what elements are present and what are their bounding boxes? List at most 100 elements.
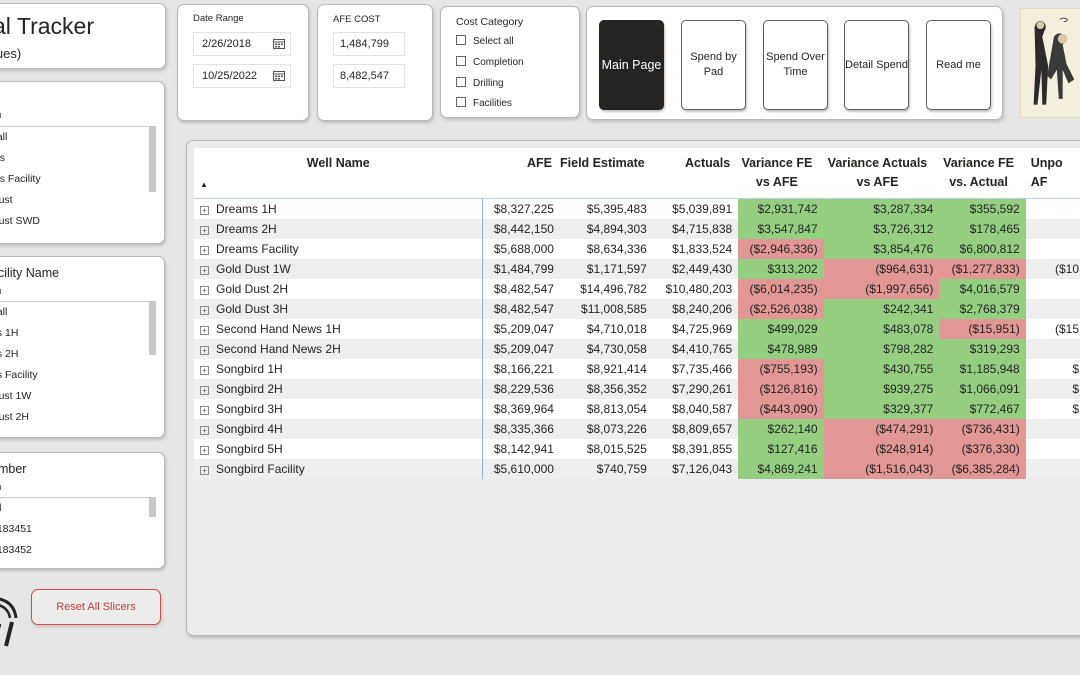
well-slicer-search[interactable]: ch bbox=[0, 110, 2, 121]
table-row[interactable]: + Songbird 4H $8,335,366 $8,073,226 $8,809,6… bbox=[194, 418, 1080, 439]
well-name-cell[interactable]: + Second Hand News 1H bbox=[194, 318, 484, 339]
expand-row-icon[interactable]: + bbox=[200, 265, 209, 275]
well-name-cell[interactable]: + Dreams 1H bbox=[194, 198, 484, 219]
read-me-button[interactable]: Read me bbox=[926, 20, 991, 110]
well-name-cell[interactable]: + Songbird 5H bbox=[194, 438, 484, 459]
expand-row-icon[interactable]: + bbox=[200, 325, 209, 335]
well-name-cell[interactable]: + Second Hand News 2H bbox=[194, 338, 484, 359]
facility-slicer-search[interactable]: ch bbox=[0, 286, 2, 297]
category-option-drilling[interactable]: Drilling bbox=[456, 77, 504, 91]
spend-by-pad-button[interactable]: Spend by Pad bbox=[681, 20, 746, 110]
column-header-variance-fe-actual[interactable]: Variance FE vs. Actual bbox=[939, 148, 1026, 199]
calendar-icon[interactable] bbox=[273, 70, 285, 81]
facility-slicer-scrollbar[interactable] bbox=[149, 301, 156, 355]
table-row[interactable]: + Songbird 3H $8,369,964 $8,813,054 $8,040,5… bbox=[194, 398, 1080, 419]
table-row[interactable]: + Dreams Facility $5,688,000 $8,634,336 $1,8… bbox=[194, 238, 1080, 259]
column-header-field-estimate[interactable]: Field Estimate bbox=[559, 148, 653, 199]
start-date-input[interactable]: 2/26/2018 bbox=[193, 32, 291, 56]
column-header-well-name[interactable]: Well Name ▲ bbox=[194, 148, 483, 199]
well-name-cell[interactable]: + Gold Dust 3H bbox=[194, 298, 484, 319]
checkbox-icon[interactable] bbox=[456, 56, 466, 66]
table-row[interactable]: + Dreams 2H $8,442,150 $4,894,303 $4,715,838… bbox=[194, 218, 1080, 239]
well-name-cell[interactable]: + Songbird 2H bbox=[194, 378, 484, 399]
reset-slicers-button[interactable]: Reset All Slicers bbox=[31, 589, 161, 625]
expand-row-icon[interactable]: + bbox=[200, 405, 209, 415]
slicer-item[interactable]: 0183452 bbox=[0, 540, 156, 561]
table-row[interactable]: + Songbird 2H $8,229,536 $8,356,352 $7,290,2… bbox=[194, 378, 1080, 399]
expand-row-icon[interactable]: + bbox=[200, 445, 209, 455]
slicer-item[interactable]: t all bbox=[0, 302, 156, 323]
table-row[interactable]: + Songbird 5H $8,142,941 $8,015,525 $8,391,8… bbox=[194, 438, 1080, 459]
afe-max-input[interactable]: 8,482,547 bbox=[333, 64, 405, 88]
expand-row-icon[interactable]: + bbox=[200, 305, 209, 315]
afe-min-input[interactable]: 1,484,799 bbox=[333, 32, 405, 56]
number-slicer-scrollbar[interactable] bbox=[149, 497, 156, 517]
table-row[interactable]: + Gold Dust 2H $8,482,547 $14,496,782 $10,48… bbox=[194, 278, 1080, 299]
table-row[interactable]: + Second Hand News 1H $5,209,047 $4,710,018… bbox=[194, 318, 1080, 339]
category-option-facilities[interactable]: Facilities bbox=[456, 97, 512, 111]
category-option-completion[interactable]: Completion bbox=[456, 56, 524, 70]
expand-row-icon[interactable]: + bbox=[200, 285, 209, 295]
well-name-cell[interactable]: + Songbird 1H bbox=[194, 358, 484, 379]
expand-row-icon[interactable]: + bbox=[200, 205, 209, 215]
expand-row-icon[interactable]: + bbox=[200, 365, 209, 375]
category-option-select-all[interactable]: Select all bbox=[456, 35, 514, 49]
end-date-input[interactable]: 10/25/2022 bbox=[193, 64, 291, 88]
well-name-cell[interactable]: + Songbird 4H bbox=[194, 418, 484, 439]
table-row[interactable]: + Dreams 1H $8,327,225 $5,395,483 $5,039,891… bbox=[194, 198, 1080, 219]
well-name-cell[interactable]: + Gold Dust 2H bbox=[194, 278, 484, 299]
slicer-item[interactable]: ns Facility bbox=[0, 365, 156, 386]
variance-fe-afe-cell: $262,140 bbox=[738, 418, 824, 439]
expand-row-icon[interactable]: + bbox=[200, 465, 209, 475]
facility-slicer-list: t all ns 1H ns 2H ns Facility Dust 1W Du… bbox=[0, 301, 156, 428]
checkbox-icon[interactable] bbox=[456, 35, 466, 45]
calendar-icon[interactable] bbox=[273, 38, 285, 49]
afe-cell: $8,142,941 bbox=[482, 438, 560, 459]
expand-row-icon[interactable]: + bbox=[200, 225, 209, 235]
column-header-actuals[interactable]: Actuals bbox=[652, 148, 739, 199]
unposted-afe-cell: $ bbox=[1025, 358, 1080, 379]
slicer-item[interactable]: all bbox=[0, 498, 156, 519]
checkbox-icon[interactable] bbox=[456, 97, 466, 107]
detail-spend-button[interactable]: Detail Spend bbox=[844, 20, 909, 110]
slicer-item[interactable]: ms Facility bbox=[0, 169, 156, 190]
unposted-afe-cell bbox=[1025, 418, 1080, 439]
main-page-button[interactable]: Main Page bbox=[599, 20, 664, 110]
column-header-variance-fe-afe[interactable]: Variance FE vs AFE bbox=[738, 148, 824, 199]
slicer-item[interactable]: Dust 1W bbox=[0, 386, 156, 407]
table-row[interactable]: + Second Hand News 2H $5,209,047 $4,730,058… bbox=[194, 338, 1080, 359]
well-name-cell[interactable]: + Dreams Facility bbox=[194, 238, 484, 259]
slicer-item[interactable]: Dust bbox=[0, 190, 156, 211]
slicer-item[interactable]: t all bbox=[0, 127, 156, 148]
expand-row-icon[interactable]: + bbox=[200, 245, 209, 255]
variance-actuals-afe-cell: ($474,291) bbox=[823, 418, 940, 439]
well-name-cell[interactable]: + Songbird Facility bbox=[194, 458, 484, 479]
column-header-unposted-afe[interactable]: Unpo AF bbox=[1025, 148, 1080, 199]
actuals-cell: $4,715,838 bbox=[652, 218, 739, 239]
number-slicer-search[interactable]: ch bbox=[0, 482, 2, 493]
column-header-variance-actuals-afe[interactable]: Variance Actuals vs AFE bbox=[823, 148, 940, 199]
well-name-cell[interactable]: + Gold Dust 1W bbox=[194, 258, 484, 279]
sort-ascending-icon[interactable]: ▲ bbox=[200, 175, 208, 194]
afe-cell: $8,229,536 bbox=[482, 378, 560, 399]
expand-row-icon[interactable]: + bbox=[200, 345, 209, 355]
expand-row-icon[interactable]: + bbox=[200, 385, 209, 395]
slicer-item[interactable]: 0183451 bbox=[0, 519, 156, 540]
slicer-item[interactable]: Dust 2H bbox=[0, 407, 156, 428]
slicer-item[interactable]: ns 1H bbox=[0, 323, 156, 344]
spend-over-time-button[interactable]: Spend Over Time bbox=[763, 20, 828, 110]
afe-cell: $8,327,225 bbox=[482, 198, 560, 219]
well-name-cell[interactable]: + Songbird 3H bbox=[194, 398, 484, 419]
table-row[interactable]: + Gold Dust 1W $1,484,799 $1,171,597 $2,449,… bbox=[194, 258, 1080, 279]
table-row[interactable]: + Gold Dust 3H $8,482,547 $11,008,585 $8,240… bbox=[194, 298, 1080, 319]
column-header-afe[interactable]: AFE bbox=[482, 148, 560, 199]
table-row[interactable]: + Songbird 1H $8,166,221 $8,921,414 $7,735,4… bbox=[194, 358, 1080, 379]
checkbox-icon[interactable] bbox=[456, 77, 466, 87]
well-slicer-scrollbar[interactable] bbox=[149, 126, 156, 192]
expand-row-icon[interactable]: + bbox=[200, 425, 209, 435]
slicer-item[interactable]: ms bbox=[0, 148, 156, 169]
table-row[interactable]: + Songbird Facility $5,610,000 $740,759 $7,1… bbox=[194, 458, 1080, 479]
slicer-item[interactable]: ns 2H bbox=[0, 344, 156, 365]
well-name-cell[interactable]: + Dreams 2H bbox=[194, 218, 484, 239]
slicer-item[interactable]: Dust SWD bbox=[0, 211, 156, 232]
